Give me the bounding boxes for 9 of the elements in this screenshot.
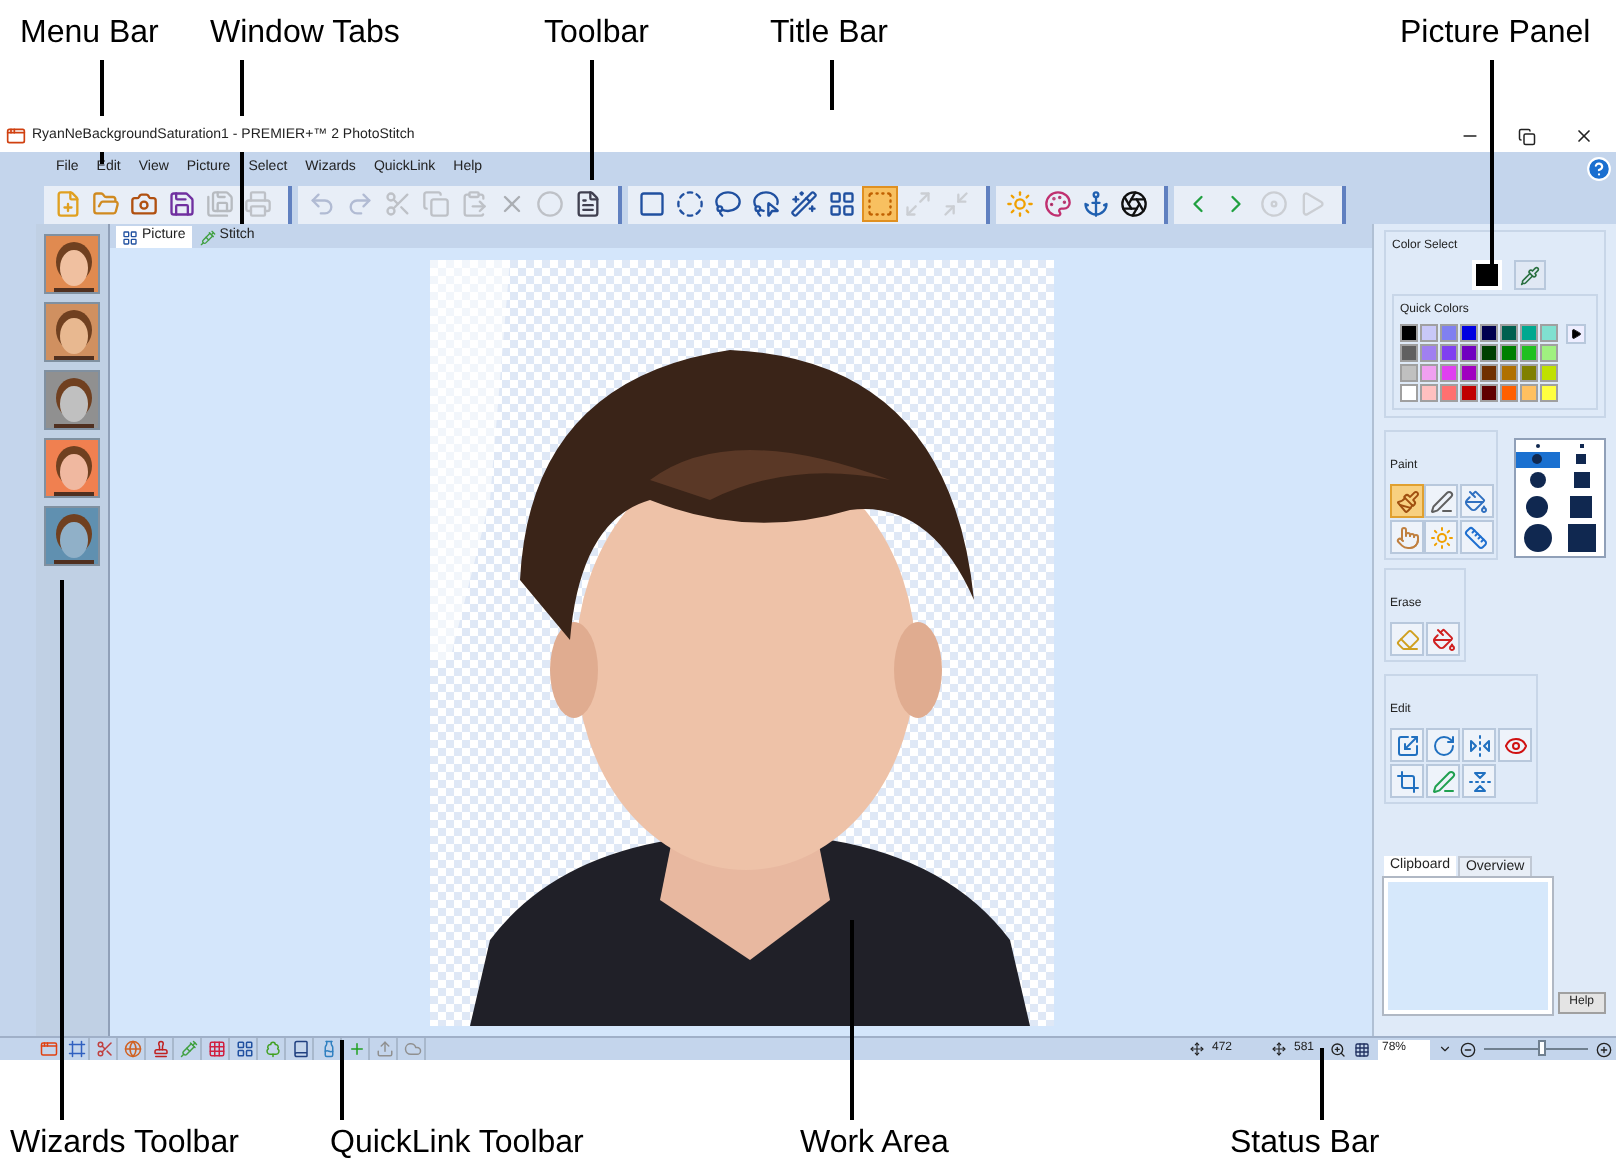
callout-label: Title Bar — [770, 14, 888, 54]
callout-label: Work Area — [800, 1124, 949, 1164]
callout-label: Picture Panel — [1400, 14, 1591, 54]
callout-label: QuickLink Toolbar — [330, 1124, 584, 1164]
callout-label: Toolbar — [544, 14, 649, 54]
callout-label: Wizards Toolbar — [10, 1124, 239, 1164]
callout-label: Menu Bar — [20, 14, 159, 54]
callout-label: Window Tabs — [210, 14, 400, 54]
callout-label: Status Bar — [1230, 1124, 1380, 1164]
